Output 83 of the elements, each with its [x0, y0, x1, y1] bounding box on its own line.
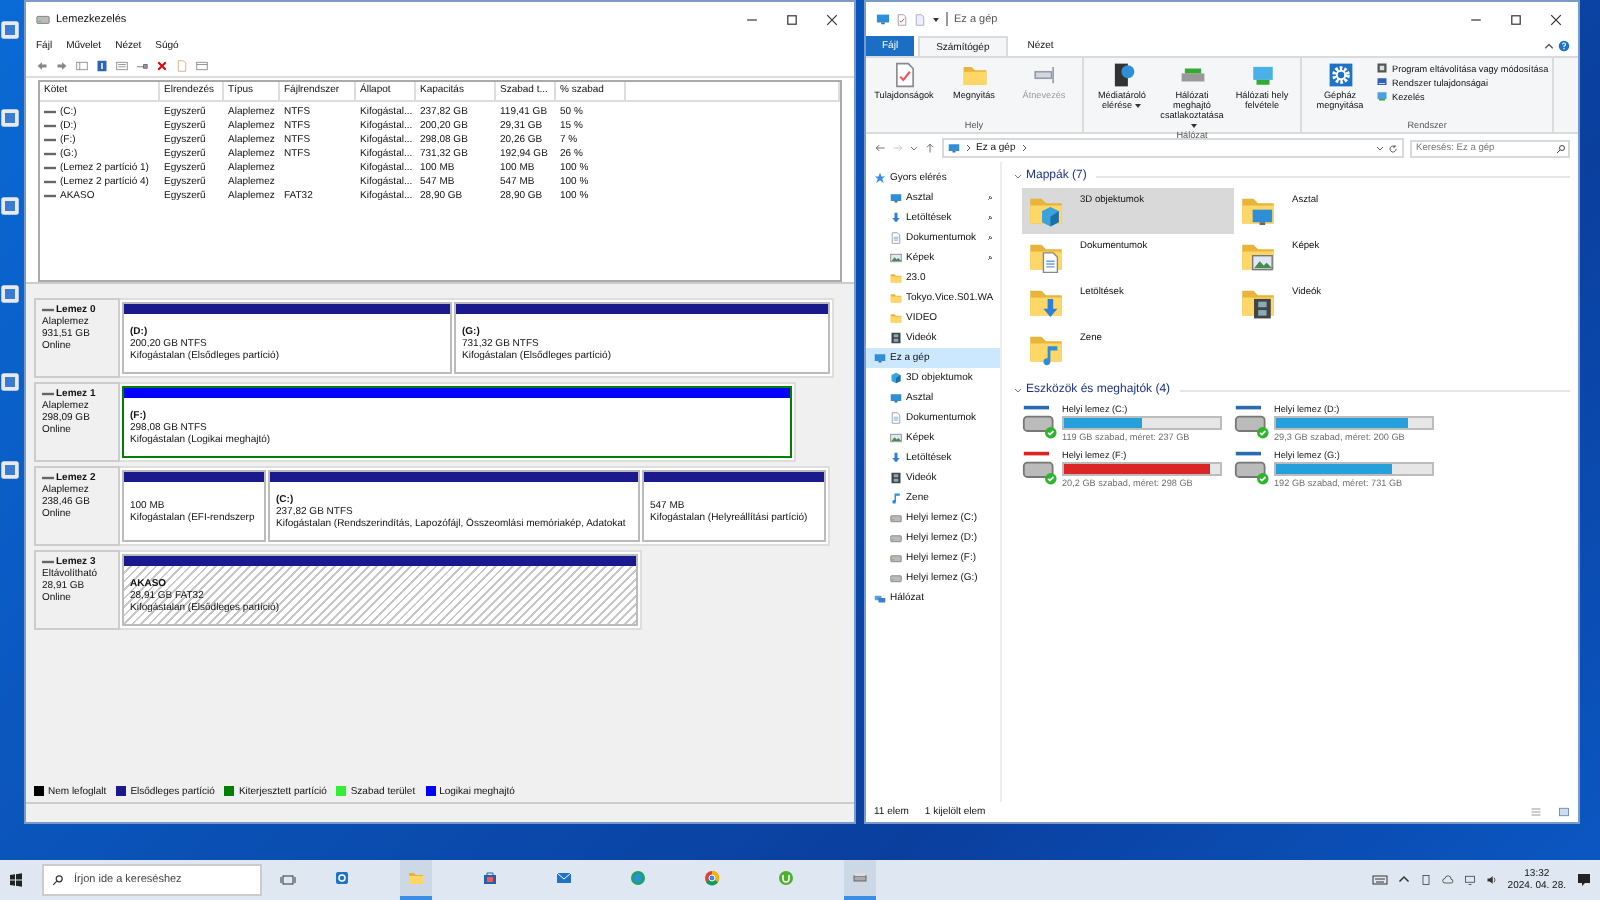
film-icon — [890, 332, 902, 344]
shopping-bag-icon — [482, 870, 498, 886]
folder-icon — [890, 272, 902, 284]
cube-icon — [890, 372, 902, 384]
folder-icon — [408, 870, 424, 886]
maximize-icon[interactable] — [786, 13, 798, 25]
task-view-icon[interactable] — [280, 872, 296, 888]
document-check-icon — [891, 62, 917, 88]
desktop-shortcut-icon[interactable] — [0, 196, 20, 216]
document-icon — [890, 232, 902, 244]
globe-icon — [630, 870, 646, 886]
close-icon[interactable] — [1550, 13, 1562, 25]
desktop-shortcut-icon[interactable] — [0, 108, 20, 128]
caret-icon — [1134, 101, 1143, 110]
back-arrow-icon[interactable] — [874, 142, 886, 154]
folder-icon — [890, 292, 902, 304]
back-arrow-icon[interactable] — [36, 60, 48, 72]
picture-icon — [890, 432, 902, 444]
caret-icon[interactable] — [932, 15, 940, 23]
search-icon — [52, 874, 64, 886]
list-icon[interactable] — [116, 60, 128, 72]
taskbar-app-button[interactable] — [400, 860, 432, 900]
envelope-icon — [556, 870, 572, 886]
keyboard-icon[interactable] — [1371, 872, 1388, 888]
maximize-icon[interactable] — [1510, 13, 1522, 25]
cloud-icon[interactable] — [1441, 874, 1454, 886]
monitor-icon — [890, 392, 902, 404]
drive-icon[interactable] — [1022, 404, 1058, 440]
taskbar-app-button[interactable] — [844, 860, 876, 900]
pin-icon[interactable] — [986, 234, 994, 242]
forward-arrow-icon[interactable] — [56, 60, 68, 72]
desktop-shortcut-icon[interactable] — [0, 284, 20, 304]
pin-icon[interactable] — [986, 214, 994, 222]
drive-icon — [890, 532, 902, 544]
minimize-icon[interactable] — [746, 13, 758, 25]
notification-icon[interactable] — [1576, 872, 1592, 888]
drive-icon — [36, 12, 50, 26]
drive-icon — [890, 552, 902, 564]
folder-icon — [890, 312, 902, 324]
film-icon — [890, 472, 902, 484]
chevron-up-icon[interactable] — [1544, 41, 1554, 51]
window-icon — [1376, 62, 1388, 74]
tiles-view-icon[interactable] — [1558, 806, 1570, 818]
music-note-icon — [890, 492, 902, 504]
speaker-icon[interactable] — [1485, 874, 1498, 886]
close-icon[interactable] — [826, 13, 838, 25]
windows-logo-icon[interactable] — [8, 872, 24, 888]
up-arrow-icon[interactable] — [924, 142, 936, 154]
refresh-icon[interactable] — [1388, 143, 1398, 153]
connect-icon[interactable] — [136, 60, 148, 72]
delete-icon[interactable] — [156, 60, 168, 72]
drive-icon — [890, 512, 902, 524]
panel-icon[interactable] — [76, 60, 88, 72]
circle-logo-icon — [704, 870, 720, 886]
monitor-icon — [948, 142, 960, 154]
monitor-icon — [876, 12, 890, 26]
pin-icon[interactable] — [986, 194, 994, 202]
minimize-icon[interactable] — [1470, 13, 1482, 25]
panel-icon[interactable] — [196, 60, 208, 72]
pin-icon[interactable] — [986, 254, 994, 262]
rename-icon — [1031, 62, 1057, 88]
desktop-shortcut-icon[interactable] — [0, 460, 20, 480]
monitor-icon — [890, 192, 902, 204]
monitor-icon — [1249, 62, 1275, 88]
folder-icon — [961, 62, 987, 88]
down-arrow-icon — [890, 452, 902, 464]
desktop-shortcut-icon[interactable] — [0, 20, 20, 40]
drive-icon — [890, 572, 902, 584]
desktop-shortcut-icon[interactable] — [0, 372, 20, 392]
drive-icon[interactable] — [1022, 450, 1058, 486]
chevron-up-icon[interactable] — [1397, 874, 1410, 886]
picture-icon — [890, 252, 902, 264]
drive-icon[interactable] — [1234, 404, 1270, 440]
monitor-icon — [874, 352, 886, 364]
drive-icon — [852, 870, 868, 886]
battery-icon[interactable] — [1419, 874, 1432, 886]
gear-icon — [1327, 62, 1353, 88]
drive-icon[interactable] — [1234, 450, 1270, 486]
properties-icon[interactable] — [896, 13, 908, 25]
star-icon — [874, 172, 886, 184]
down-arrow-icon — [890, 212, 902, 224]
search-icon — [1556, 143, 1566, 153]
document-icon — [890, 412, 902, 424]
